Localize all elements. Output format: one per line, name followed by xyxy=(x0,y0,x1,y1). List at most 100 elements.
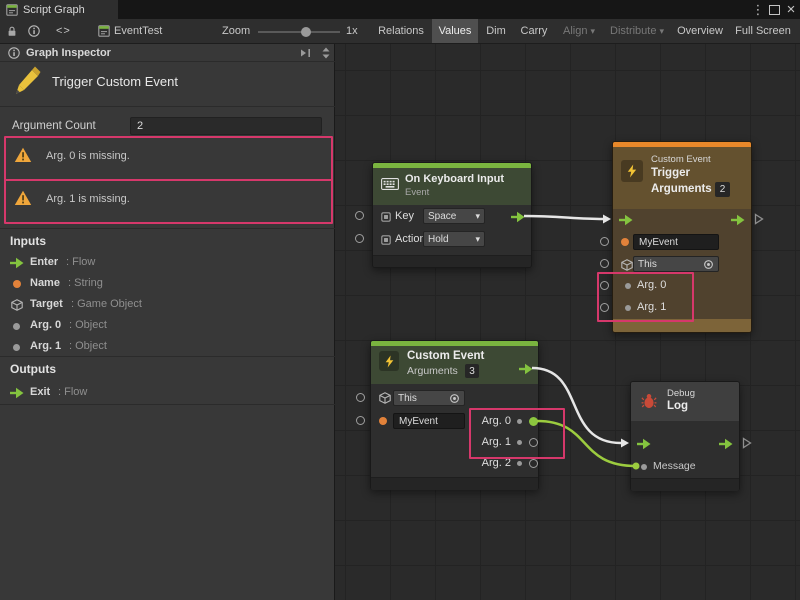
node-custom-event[interactable]: Custom Event Arguments 3 This MyEvent Ar… xyxy=(370,340,539,490)
align-button[interactable]: Align xyxy=(556,19,602,43)
trigger-name-port[interactable] xyxy=(600,237,609,246)
key-dropdown-value: Space xyxy=(428,211,456,222)
action-value-port[interactable] xyxy=(355,234,364,243)
flow-in-port-icon[interactable] xyxy=(619,214,633,226)
code-view-icon[interactable]: <> xyxy=(56,19,71,44)
flow-arrow-icon xyxy=(10,257,24,269)
custom-event-arg2-port[interactable] xyxy=(529,459,538,468)
inspector-input-enter: Enter : Flow xyxy=(0,254,335,274)
cube-icon xyxy=(379,392,391,404)
zoom-label: Zoom xyxy=(222,19,250,44)
maximize-box-icon xyxy=(769,5,780,15)
window-maximize-icon[interactable] xyxy=(766,0,782,19)
scroll-spinner-icon[interactable] xyxy=(322,47,330,59)
argument-count-input[interactable]: 2 xyxy=(130,117,322,135)
overview-button[interactable]: Overview xyxy=(672,19,728,43)
custom-event-arg1-port[interactable] xyxy=(529,438,538,447)
divider xyxy=(0,356,335,357)
dock-icon[interactable] xyxy=(300,48,312,58)
node-footer xyxy=(613,319,751,332)
window-close-icon[interactable] xyxy=(783,0,799,19)
cube-icon xyxy=(621,259,633,271)
warning-icon xyxy=(14,190,32,206)
bolt-icon-box xyxy=(379,351,399,371)
divider xyxy=(0,404,335,405)
lock-icon[interactable] xyxy=(6,25,18,37)
node-subtitle: Event xyxy=(405,187,429,198)
cube-icon xyxy=(11,299,23,311)
string-dot-icon xyxy=(621,238,629,246)
node-debug-log[interactable]: Debug Log Message xyxy=(630,381,740,491)
unity-script-graph-window: Script Graph <> EventTest Zoom 1x Relati… xyxy=(0,0,800,600)
action-dropdown[interactable]: Hold xyxy=(423,231,485,247)
bolt-icon-box xyxy=(621,160,643,182)
graph-asset-icon xyxy=(98,25,110,37)
argument-count-label: Argument Count xyxy=(12,120,96,132)
node-trigger-custom-event[interactable]: Custom Event Trigger Arguments 2 MyEvent… xyxy=(612,141,752,333)
flow-out-port-icon[interactable] xyxy=(719,438,733,450)
object-dot-icon xyxy=(625,283,631,289)
divider xyxy=(0,228,335,229)
target-object-picker[interactable]: This xyxy=(393,390,465,406)
lightning-bolt-icon xyxy=(384,355,395,368)
node-supertitle: Custom Event xyxy=(651,154,711,165)
input-type: : Object xyxy=(69,319,107,331)
inspector-input-arg0: Arg. 0 : Object xyxy=(0,317,335,337)
target-object-picker[interactable]: This xyxy=(633,256,719,272)
object-dot-icon xyxy=(641,464,647,470)
input-name: Target xyxy=(30,298,63,310)
argument-count-badge[interactable]: 2 xyxy=(715,182,730,197)
node-subtitle: Arguments xyxy=(407,365,458,377)
key-dropdown[interactable]: Space xyxy=(423,208,485,224)
zoom-slider-track[interactable] xyxy=(258,31,340,33)
trigger-target-port[interactable] xyxy=(600,259,609,268)
object-dot-icon xyxy=(13,344,20,351)
tab-script-graph[interactable]: Script Graph xyxy=(0,0,118,19)
key-value-port[interactable] xyxy=(355,211,364,220)
node-footer xyxy=(373,255,531,267)
info-icon[interactable] xyxy=(28,25,40,37)
script-graph-icon xyxy=(6,4,18,16)
input-type: : Game Object xyxy=(71,298,142,310)
node-title: Trigger xyxy=(651,167,690,179)
flow-out-port-icon[interactable] xyxy=(511,211,525,223)
carry-button[interactable]: Carry xyxy=(514,19,554,43)
target-value: This xyxy=(398,393,417,404)
output-type: : Flow xyxy=(58,386,87,398)
node-footer xyxy=(631,478,739,491)
flow-out-port-icon[interactable] xyxy=(519,363,533,375)
relations-button[interactable]: Relations xyxy=(372,19,430,43)
inspector-input-name: Name : String xyxy=(0,275,335,295)
window-tab-bar: Script Graph xyxy=(0,0,800,19)
trigger-custom-event-icon xyxy=(10,64,44,98)
node-title: Log xyxy=(667,400,688,412)
flow-in-port-icon[interactable] xyxy=(637,438,651,450)
inspector-header-title: Graph Inspector xyxy=(26,47,111,59)
input-name: Arg. 1 xyxy=(30,340,61,352)
trigger-arg0-port[interactable] xyxy=(600,281,609,290)
window-menu-icon[interactable] xyxy=(750,0,766,19)
event-name-input[interactable]: MyEvent xyxy=(393,413,465,429)
inspector-output-exit: Exit : Flow xyxy=(0,384,335,404)
warning-text-arg0: Arg. 0 is missing. xyxy=(46,150,130,162)
tab-label: Script Graph xyxy=(23,4,85,16)
warning-text-arg1: Arg. 1 is missing. xyxy=(46,193,130,205)
node-on-keyboard-input[interactable]: On Keyboard Input Event Key Space Action… xyxy=(372,162,532,268)
graph-asset-name[interactable]: EventTest xyxy=(114,19,162,44)
arg2-port-label: Arg. 2 xyxy=(471,457,511,469)
divider xyxy=(0,106,335,107)
fullscreen-button[interactable]: Full Screen xyxy=(730,19,796,43)
zoom-slider-handle[interactable] xyxy=(301,27,311,37)
custom-event-arg0-port[interactable] xyxy=(529,417,538,426)
event-name-input[interactable]: MyEvent xyxy=(633,234,719,250)
key-port-label: Key xyxy=(395,210,414,222)
dim-button[interactable]: Dim xyxy=(480,19,512,43)
values-button[interactable]: Values xyxy=(432,19,478,43)
flow-out-port-icon[interactable] xyxy=(731,214,745,226)
distribute-button[interactable]: Distribute xyxy=(604,19,670,43)
trigger-arg1-port[interactable] xyxy=(600,303,609,312)
argument-count-badge[interactable]: 3 xyxy=(465,364,479,378)
custom-event-name-port[interactable] xyxy=(356,416,365,425)
input-type: : String xyxy=(68,277,103,289)
custom-event-target-port[interactable] xyxy=(356,393,365,402)
